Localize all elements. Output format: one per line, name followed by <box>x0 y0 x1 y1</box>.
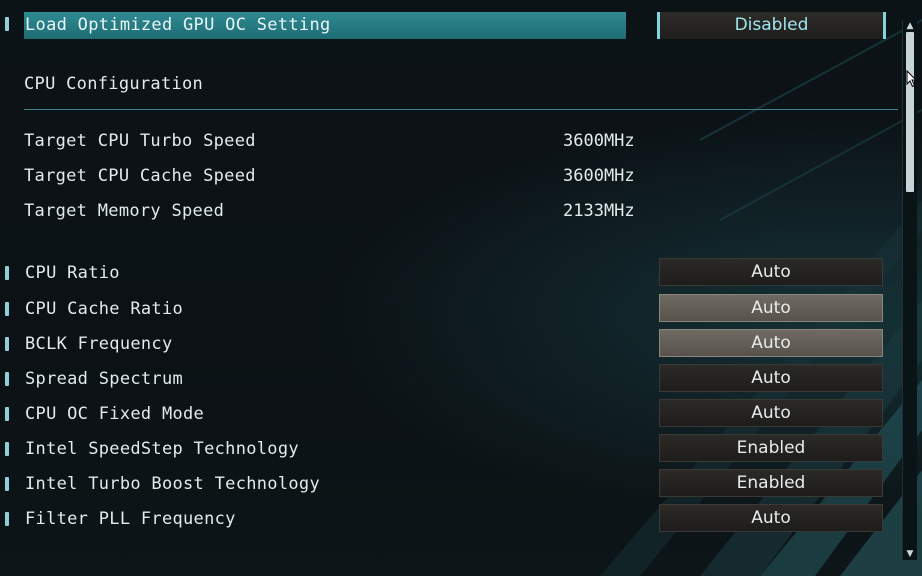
info-value-memory-speed: 2133MHz <box>563 201 635 221</box>
setting-value-button[interactable]: Auto <box>659 258 883 286</box>
item-marker-icon <box>5 337 9 351</box>
vertical-scrollbar[interactable]: ▲ ▼ <box>902 20 917 560</box>
scroll-down-icon[interactable]: ▼ <box>903 548 917 560</box>
setting-label: CPU Ratio <box>25 263 120 283</box>
setting-value-button[interactable]: Auto <box>659 399 883 427</box>
item-marker-icon <box>5 17 9 31</box>
setting-filter-pll-frequency[interactable]: Filter PLL Frequency Auto <box>0 504 900 534</box>
setting-label: Spread Spectrum <box>25 369 184 389</box>
setting-value-button[interactable]: Auto <box>659 294 883 322</box>
section-title: CPU Configuration <box>24 74 204 94</box>
setting-value-button[interactable]: Auto <box>659 364 883 392</box>
info-label-turbo-speed: Target CPU Turbo Speed <box>24 131 256 151</box>
setting-value-button[interactable]: Auto <box>659 329 883 357</box>
setting-label: Load Optimized GPU OC Setting <box>25 15 331 35</box>
setting-load-optimized-gpu-oc[interactable]: Load Optimized GPU OC Setting Disabled <box>0 0 900 39</box>
setting-value-button[interactable]: Enabled <box>659 469 883 497</box>
setting-value-button[interactable]: Disabled <box>657 12 886 39</box>
info-value-cache-speed: 3600MHz <box>563 166 635 186</box>
bios-cpu-configuration-screen: Load Optimized GPU OC Setting Disabled C… <box>0 0 922 576</box>
setting-label: CPU OC Fixed Mode <box>25 404 205 424</box>
setting-label: CPU Cache Ratio <box>25 299 184 319</box>
info-label-memory-speed: Target Memory Speed <box>24 201 225 221</box>
item-marker-icon <box>5 302 9 316</box>
setting-cpu-cache-ratio[interactable]: CPU Cache Ratio Auto <box>0 294 900 324</box>
scroll-up-icon[interactable]: ▲ <box>903 20 917 32</box>
setting-intel-speedstep[interactable]: Intel SpeedStep Technology Enabled <box>0 434 900 464</box>
info-value-turbo-speed: 3600MHz <box>563 131 635 151</box>
setting-cpu-ratio[interactable]: CPU Ratio Auto <box>0 258 900 288</box>
setting-label: Filter PLL Frequency <box>25 509 236 529</box>
info-label-cache-speed: Target CPU Cache Speed <box>24 166 256 186</box>
mouse-pointer-icon <box>906 70 918 88</box>
scroll-thumb[interactable] <box>906 32 914 192</box>
item-marker-icon <box>5 442 9 456</box>
setting-label: BCLK Frequency <box>25 334 173 354</box>
section-divider <box>24 109 898 110</box>
item-marker-icon <box>5 407 9 421</box>
item-marker-icon <box>5 372 9 386</box>
item-marker-icon <box>5 512 9 526</box>
setting-intel-turbo-boost[interactable]: Intel Turbo Boost Technology Enabled <box>0 469 900 499</box>
setting-label: Intel Turbo Boost Technology <box>25 474 320 494</box>
setting-cpu-oc-fixed-mode[interactable]: CPU OC Fixed Mode Auto <box>0 399 900 429</box>
setting-bclk-frequency[interactable]: BCLK Frequency Auto <box>0 329 900 359</box>
setting-value-button[interactable]: Auto <box>659 504 883 532</box>
item-marker-icon <box>5 477 9 491</box>
setting-label: Intel SpeedStep Technology <box>25 439 299 459</box>
item-marker-icon <box>5 266 9 280</box>
setting-spread-spectrum[interactable]: Spread Spectrum Auto <box>0 364 900 394</box>
setting-value-button[interactable]: Enabled <box>659 434 883 462</box>
